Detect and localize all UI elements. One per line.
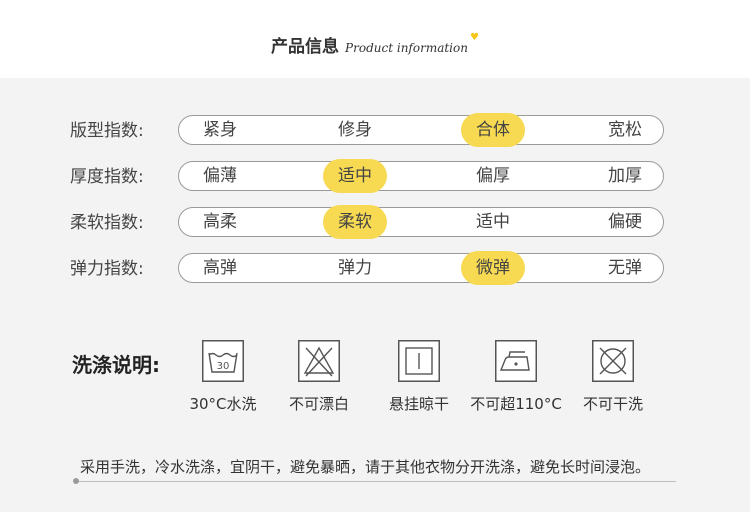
divider-dot — [73, 478, 79, 484]
index-option: 偏厚 — [476, 166, 510, 186]
care-note: 采用手洗，冷水洗涤，宜阴干，避免暴晒，请于其他衣物分开洗涤，避免长时间浸泡。 — [80, 458, 651, 476]
no-bleach-icon — [298, 340, 340, 382]
index-scale: 偏薄 适中 偏厚 加厚 — [178, 159, 664, 193]
index-label: 版型指数: — [70, 121, 144, 141]
care-title: 洗涤说明: — [72, 353, 160, 377]
care-item-bleach: 不可漂白 — [271, 340, 367, 414]
care-item-wash: 30 30°C水洗 — [175, 340, 271, 414]
title-cn: 产品信息 — [271, 37, 340, 57]
index-option: 适中 — [476, 212, 510, 232]
svg-text:30: 30 — [217, 361, 230, 372]
index-option-selected: 合体 — [461, 113, 525, 147]
index-option-selected: 柔软 — [323, 205, 387, 239]
index-option: 偏薄 — [203, 166, 237, 186]
iron-icon — [495, 340, 537, 382]
index-row-fit: 版型指数: 紧身 修身 合体 宽松 — [70, 113, 670, 148]
care-label: 30°C水洗 — [189, 395, 257, 413]
index-option: 修身 — [338, 120, 372, 140]
header: 产品信息 Product information♥ — [0, 0, 750, 78]
title-en: Product information — [345, 41, 468, 55]
care-label: 不可干洗 — [582, 395, 643, 413]
care-item-dry: 悬挂晾干 — [371, 340, 467, 414]
index-label: 厚度指数: — [70, 167, 144, 187]
index-option-selected: 适中 — [323, 159, 387, 193]
index-option: 弹力 — [338, 258, 372, 278]
index-option: 高弹 — [203, 258, 237, 278]
care-label: 悬挂晾干 — [388, 395, 449, 413]
index-scale: 高弹 弹力 微弹 无弹 — [178, 251, 664, 285]
index-option: 高柔 — [203, 212, 237, 232]
index-option: 无弹 — [608, 258, 642, 278]
care-label: 不可超110°C — [470, 395, 562, 413]
index-scale: 高柔 柔软 适中 偏硬 — [178, 205, 664, 239]
index-row-elasticity: 弹力指数: 高弹 弹力 微弹 无弹 — [70, 251, 670, 286]
wash-30-icon: 30 — [202, 340, 244, 382]
index-option-selected: 微弹 — [461, 251, 525, 285]
index-scale: 紧身 修身 合体 宽松 — [178, 113, 664, 147]
index-option: 加厚 — [608, 166, 642, 186]
care-item-dryclean: 不可干洗 — [565, 340, 661, 414]
hang-dry-icon — [398, 340, 440, 382]
index-option: 紧身 — [203, 120, 237, 140]
index-label: 柔软指数: — [70, 213, 144, 233]
section-title: 产品信息 Product information♥ — [0, 32, 750, 57]
index-label: 弹力指数: — [70, 259, 144, 279]
heart-icon: ♥ — [469, 32, 479, 43]
care-item-iron: 不可超110°C — [468, 340, 564, 414]
index-row-thickness: 厚度指数: 偏薄 适中 偏厚 加厚 — [70, 159, 670, 194]
index-option: 偏硬 — [608, 212, 642, 232]
care-label: 不可漂白 — [288, 395, 349, 413]
index-option: 宽松 — [608, 120, 642, 140]
index-row-softness: 柔软指数: 高柔 柔软 适中 偏硬 — [70, 205, 670, 240]
product-info-panel: 版型指数: 紧身 修身 合体 宽松 厚度指数: 偏薄 适中 偏厚 加厚 柔软指数… — [0, 78, 750, 512]
divider — [76, 481, 676, 482]
no-dry-clean-icon — [592, 340, 634, 382]
